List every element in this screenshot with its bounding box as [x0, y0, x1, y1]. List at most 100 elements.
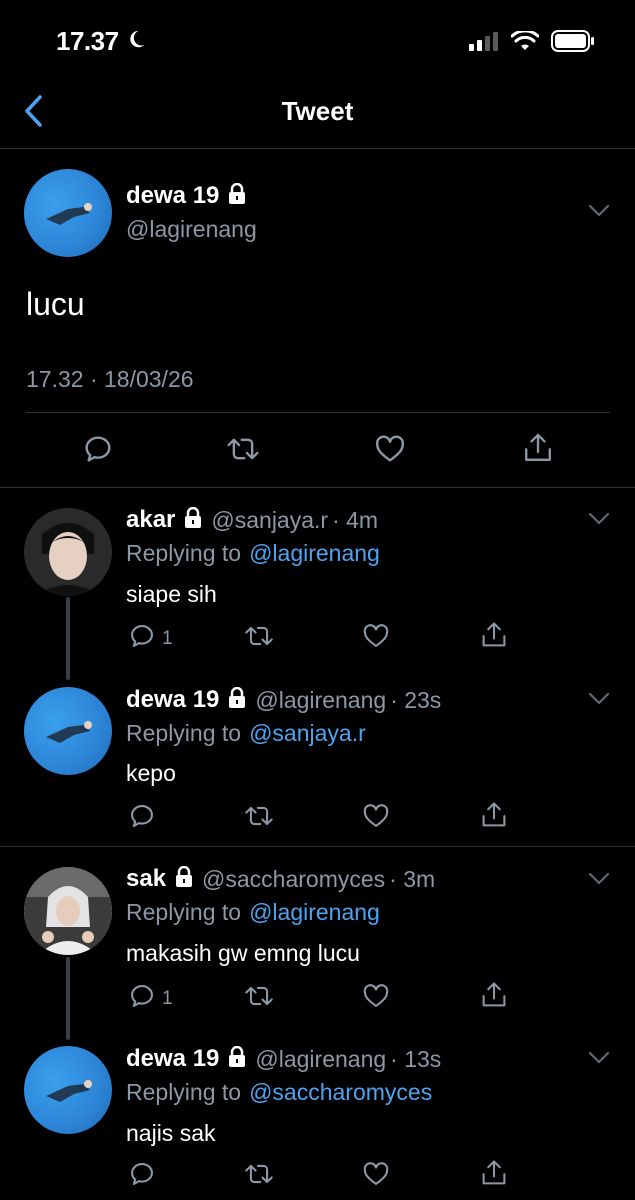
replying-to: Replying to @lagirenang [126, 899, 380, 926]
reply-time: · 3m [389, 865, 436, 892]
share-icon [480, 620, 508, 656]
reply-text: siape sih [126, 581, 217, 607]
author-handle[interactable]: @lagirenang [126, 216, 257, 243]
wifi-icon [510, 29, 540, 56]
like-icon [362, 1160, 390, 1194]
replying-prefix: Replying to [126, 720, 242, 746]
page-title: Tweet [281, 96, 354, 126]
reply-time: · 4m [332, 506, 379, 533]
reply-count: 1 [162, 628, 173, 649]
retweet-icon [244, 982, 274, 1016]
reply-icon [128, 802, 156, 836]
like-button[interactable] [362, 982, 390, 1016]
lock-icon [227, 686, 247, 714]
thread-line [66, 957, 70, 1040]
retweet-button[interactable] [244, 1160, 274, 1194]
reply-icon [128, 1160, 156, 1194]
replying-prefix: Replying to [126, 1079, 242, 1105]
reply-text: najis sak [126, 1120, 216, 1146]
share-button[interactable] [480, 620, 508, 656]
moon-icon [125, 26, 147, 57]
reply-header: dewa 19 @lagirenang · 23s [126, 686, 441, 714]
lock-icon [174, 865, 194, 893]
reply-author-name[interactable]: dewa 19 [126, 686, 219, 714]
replying-to-link[interactable]: @sanjaya.r [249, 720, 366, 747]
reply-author-handle[interactable]: @saccharomyces [202, 866, 385, 893]
reply-button[interactable] [128, 1160, 162, 1194]
avatar[interactable] [24, 1046, 112, 1134]
reply-header: sak @saccharomyces · 3m [126, 865, 435, 893]
status-bar-time: 17.37 [56, 26, 147, 57]
status-time-text: 17.37 [56, 26, 119, 56]
replying-to-link[interactable]: @saccharomyces [249, 1079, 432, 1106]
retweet-button[interactable] [226, 433, 260, 471]
replying-to: Replying to @lagirenang [126, 540, 380, 567]
main-tweet-divider [0, 487, 635, 488]
share-button[interactable] [522, 431, 554, 471]
retweet-button[interactable] [244, 982, 274, 1016]
reply-header: akar @sanjaya.r · 4m [126, 506, 378, 534]
retweet-button[interactable] [244, 622, 274, 656]
avatar[interactable] [24, 508, 112, 596]
like-icon [362, 982, 390, 1016]
retweet-button[interactable] [244, 802, 274, 836]
reply-button[interactable] [128, 802, 162, 836]
replying-to-link[interactable]: @lagirenang [249, 540, 380, 567]
reply-icon [82, 433, 114, 471]
signal-icon [469, 31, 499, 56]
retweet-icon [226, 433, 260, 471]
chevron-down-icon[interactable] [588, 512, 610, 531]
like-icon [374, 433, 406, 471]
like-button[interactable] [362, 802, 390, 836]
main-tweet-author: dewa 19 [126, 182, 247, 210]
like-icon [362, 622, 390, 656]
avatar[interactable] [24, 169, 112, 257]
retweet-icon [244, 1160, 274, 1194]
lock-icon [227, 1045, 247, 1073]
share-icon [480, 800, 508, 836]
reply-author-handle[interactable]: @sanjaya.r [211, 507, 328, 534]
avatar[interactable] [24, 687, 112, 775]
like-button[interactable] [362, 1160, 390, 1194]
retweet-icon [244, 622, 274, 656]
replying-to: Replying to @sanjaya.r [126, 720, 366, 747]
share-button[interactable] [480, 1158, 508, 1194]
status-bar-indicators [469, 29, 595, 57]
replying-to: Replying to @saccharomyces [126, 1079, 432, 1106]
share-button[interactable] [480, 800, 508, 836]
replying-to-link[interactable]: @lagirenang [249, 899, 380, 926]
tweet-timestamp: 17.32 · 18/03/26 [26, 366, 194, 392]
reply-author-handle[interactable]: @lagirenang [255, 1046, 386, 1073]
chevron-down-icon[interactable] [588, 1051, 610, 1070]
reply-count: 1 [162, 988, 173, 1009]
chevron-down-icon[interactable] [588, 692, 610, 711]
like-button[interactable] [362, 622, 390, 656]
retweet-icon [244, 802, 274, 836]
reply-time: · 13s [390, 1045, 442, 1072]
chevron-down-icon[interactable] [588, 204, 610, 223]
replying-prefix: Replying to [126, 899, 242, 925]
reply-time: · 23s [390, 686, 442, 713]
timestamp-divider [26, 412, 610, 413]
battery-icon [551, 30, 595, 57]
like-button[interactable] [374, 433, 406, 471]
chevron-down-icon[interactable] [588, 872, 610, 891]
share-icon [522, 431, 554, 471]
share-icon [480, 1158, 508, 1194]
reply-button[interactable] [82, 433, 114, 471]
reply-header: dewa 19 @lagirenang · 13s [126, 1045, 441, 1073]
reply-icon [128, 622, 156, 656]
reply-author-handle[interactable]: @lagirenang [255, 687, 386, 714]
share-button[interactable] [480, 980, 508, 1016]
reply-button[interactable]: 1 [128, 982, 173, 1016]
replying-prefix: Replying to [126, 540, 242, 566]
reply-author-name[interactable]: dewa 19 [126, 1045, 219, 1073]
avatar[interactable] [24, 867, 112, 955]
tweet-text: lucu [26, 286, 85, 322]
reply-button[interactable]: 1 [128, 622, 173, 656]
reply-author-name[interactable]: akar [126, 506, 175, 534]
share-icon [480, 980, 508, 1016]
lock-icon [227, 182, 247, 210]
reply-author-name[interactable]: sak [126, 865, 166, 893]
author-name[interactable]: dewa 19 [126, 182, 219, 210]
